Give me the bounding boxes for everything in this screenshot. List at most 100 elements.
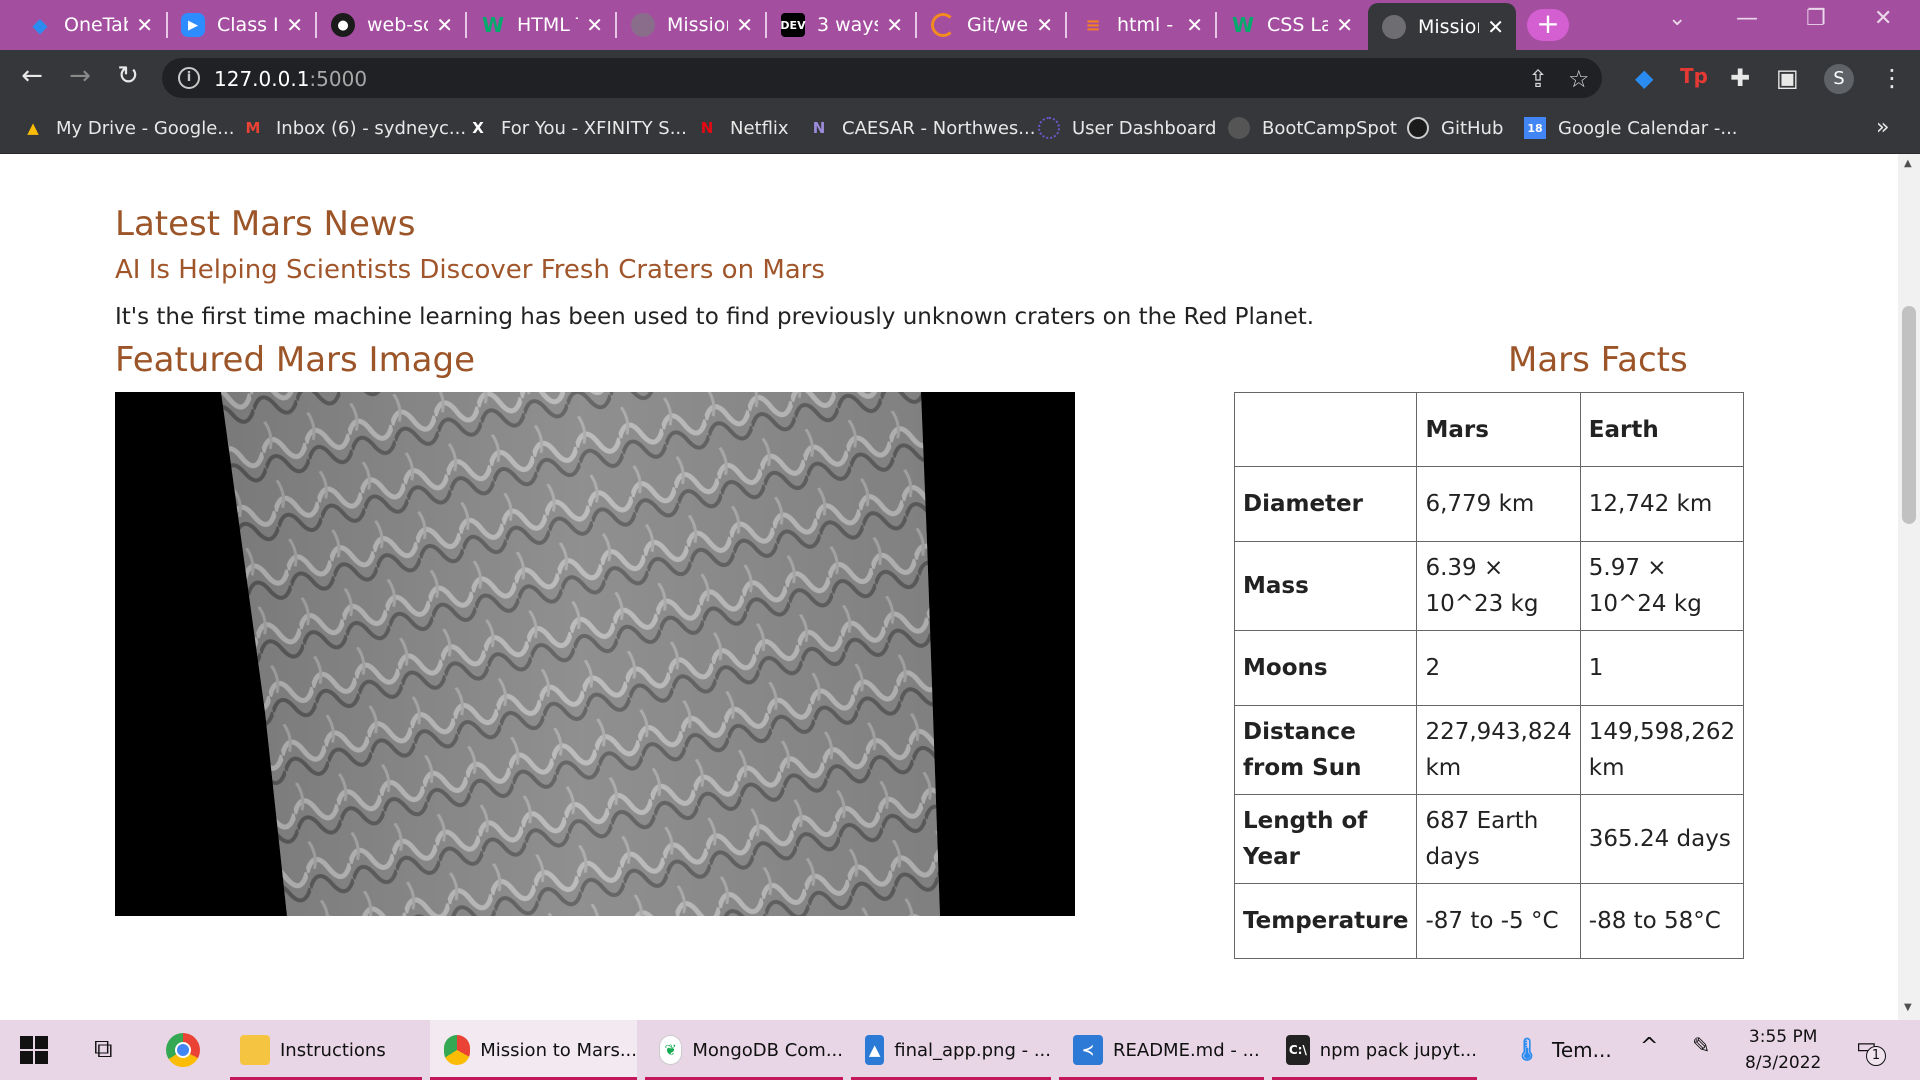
bookmark-caesar[interactable]: N CAESAR - Northwes...	[808, 117, 1036, 139]
table-cell-earth: 1	[1579, 630, 1745, 706]
windows-start-icon[interactable]	[20, 1036, 48, 1064]
table-cell-earth: 5.97 × 10^24 kg	[1579, 541, 1745, 631]
taskbar-item-readme[interactable]: ≺ README.md - ...	[1059, 1020, 1264, 1080]
chrome-pinned-icon[interactable]	[166, 1033, 200, 1067]
tab-git-web[interactable]: Git/web ✕	[917, 3, 1065, 47]
tab-web-scraping[interactable]: ● web-scraping ✕	[317, 3, 465, 47]
tab-class-instructions[interactable]: ▶ Class Instructions ✕	[167, 3, 315, 47]
address-bar[interactable]: i 127.0.0.1:5000 ⇪ ☆	[162, 58, 1602, 98]
table-row: Mass 6.39 × 10^23 kg 5.97 × 10^24 kg	[1233, 541, 1745, 631]
table-header-row: Mars Earth	[1233, 392, 1745, 467]
terminal-icon: C:\	[1286, 1035, 1310, 1065]
reload-icon[interactable]: ↻	[110, 61, 146, 91]
tp-extension-icon[interactable]: Tp	[1680, 64, 1708, 88]
globe-icon	[1382, 14, 1406, 39]
tab-html-tables[interactable]: W HTML Tables ✕	[467, 3, 615, 47]
bookmark-inbox[interactable]: M Inbox (6) - sydneyc...	[242, 117, 467, 139]
taskbar-item-terminal[interactable]: C:\ npm pack jupyt...	[1272, 1020, 1477, 1080]
tab-mission-to-mars-active[interactable]: Mission to Mars ✕	[1368, 3, 1516, 50]
url-text[interactable]: 127.0.0.1:5000	[214, 67, 367, 91]
forward-icon[interactable]: →	[62, 61, 98, 91]
table-cell-mars: -87 to -5 °C	[1416, 883, 1581, 959]
close-tab-icon[interactable]: ✕	[1036, 13, 1053, 37]
close-tab-icon[interactable]: ✕	[736, 13, 753, 37]
table-row: Temperature -87 to -5 °C -88 to 58°C	[1233, 883, 1745, 959]
minimize-icon[interactable]: —	[1736, 6, 1758, 31]
tab-3-ways[interactable]: DEV 3 ways to ✕	[767, 3, 915, 47]
globe-icon	[631, 13, 655, 37]
more-bookmarks-icon[interactable]: »	[1876, 115, 1889, 140]
northwestern-icon: N	[812, 119, 826, 137]
scroll-up-arrow-icon[interactable]: ▲	[1904, 158, 1912, 169]
taskbar-item-weather[interactable]: 🌡 Tem...	[1500, 1020, 1630, 1080]
taskbar-item-final-app[interactable]: ▲ final_app.png - ...	[851, 1020, 1051, 1080]
table-row: Length of Year 687 Earth days 365.24 day…	[1233, 794, 1745, 884]
page-scrollbar[interactable]: ▲ ▼	[1898, 154, 1920, 1020]
system-clock[interactable]: 3:55 PM 8/3/2022	[1745, 1024, 1821, 1076]
taskbar-item-instructions[interactable]: Instructions	[230, 1020, 422, 1080]
page-content: Latest Mars News AI Is Helping Scientist…	[0, 154, 1898, 1020]
window-close-icon[interactable]: ✕	[1874, 6, 1892, 31]
bookmark-xfinity[interactable]: X For You - XFINITY S...	[467, 117, 687, 139]
close-tab-icon[interactable]: ✕	[586, 13, 603, 37]
close-tab-icon[interactable]: ✕	[1186, 13, 1203, 37]
mongodb-icon: ❦	[659, 1035, 683, 1065]
scroll-down-arrow-icon[interactable]: ▼	[1904, 1002, 1912, 1013]
table-row-label: Diameter	[1233, 466, 1418, 542]
dev-icon: DEV	[780, 13, 806, 37]
tab-css-layout[interactable]: W CSS Layout ✕	[1217, 3, 1365, 47]
windows-taskbar: ⧉ Instructions Mission to Mars... ❦ Mong…	[0, 1020, 1920, 1080]
chevron-up-icon[interactable]: ^	[1640, 1034, 1658, 1059]
close-tab-icon[interactable]: ✕	[436, 13, 453, 37]
close-tab-icon[interactable]: ✕	[1336, 13, 1353, 37]
photos-icon: ▲	[865, 1035, 885, 1065]
bookmark-github[interactable]: GitHub	[1407, 117, 1503, 139]
news-headline: AI Is Helping Scientists Discover Fresh …	[115, 255, 825, 285]
close-tab-icon[interactable]: ✕	[286, 13, 303, 37]
onetab-extension-icon[interactable]: ◆	[1635, 64, 1653, 92]
bookmarks-bar: ▲ My Drive - Google... M Inbox (6) - syd…	[0, 106, 1920, 154]
w3schools-icon: W	[1231, 13, 1255, 37]
share-icon[interactable]: ⇪	[1528, 65, 1548, 93]
table-cell-mars: 6,779 km	[1416, 466, 1581, 542]
profile-avatar[interactable]: S	[1824, 64, 1854, 94]
bookmark-star-icon[interactable]: ☆	[1568, 65, 1590, 93]
tab-mission-to-mars-1[interactable]: Mission to Mars ✕	[617, 3, 765, 47]
close-tab-icon[interactable]: ✕	[886, 13, 903, 37]
table-cell-mars: 2	[1416, 630, 1581, 706]
tab-onetab[interactable]: ◆ OneTab ✕	[0, 3, 165, 47]
featured-mars-image	[115, 392, 1075, 916]
taskbar-item-mission-to-mars[interactable]: Mission to Mars...	[430, 1020, 637, 1080]
pen-icon[interactable]: ✎	[1692, 1034, 1710, 1059]
weather-icon: 🌡	[1513, 1037, 1541, 1063]
task-view-icon[interactable]: ⧉	[94, 1034, 113, 1065]
stackoverflow-icon: ≡	[1085, 14, 1101, 36]
table-header-cell	[1233, 392, 1418, 467]
close-tab-icon[interactable]: ✕	[136, 13, 153, 37]
table-header-cell: Earth	[1579, 392, 1745, 467]
bookmark-netflix[interactable]: N Netflix	[696, 117, 789, 139]
scrollbar-thumb[interactable]	[1902, 306, 1916, 524]
bookmark-my-drive[interactable]: ▲ My Drive - Google...	[22, 117, 234, 139]
side-panel-icon[interactable]: ▣	[1776, 64, 1799, 92]
notification-badge: 1	[1866, 1046, 1886, 1066]
back-icon[interactable]: ←	[14, 61, 50, 91]
table-header-cell: Mars	[1416, 392, 1581, 467]
bookmark-user-dashboard[interactable]: User Dashboard	[1038, 117, 1216, 139]
tab-html-stack[interactable]: ≡ html - Stack ✕	[1067, 3, 1215, 47]
folder-icon	[240, 1035, 270, 1065]
close-tab-icon[interactable]: ✕	[1487, 15, 1504, 39]
bookmark-bootcampspot[interactable]: BootCampSpot	[1228, 117, 1397, 139]
menu-kebab-icon[interactable]: ⋮	[1880, 64, 1904, 92]
tab-search-chevron-icon[interactable]: ⌄	[1668, 6, 1686, 31]
chrome-icon	[444, 1035, 471, 1065]
restore-icon[interactable]: ❐	[1806, 6, 1826, 31]
gmail-icon: M	[245, 119, 261, 137]
extensions-puzzle-icon[interactable]: ✚	[1730, 64, 1750, 92]
taskbar-item-mongodb[interactable]: ❦ MongoDB Com...	[645, 1020, 843, 1080]
new-tab-button[interactable]: +	[1527, 9, 1569, 41]
browser-toolbar: ← → ↻ i 127.0.0.1:5000 ⇪ ☆ ◆ Tp ✚ ▣ S ⋮	[0, 50, 1920, 106]
site-info-icon[interactable]: i	[178, 67, 200, 89]
bookmark-google-calendar[interactable]: 18 Google Calendar -...	[1524, 117, 1738, 139]
bootcampspot-icon	[1228, 117, 1250, 139]
